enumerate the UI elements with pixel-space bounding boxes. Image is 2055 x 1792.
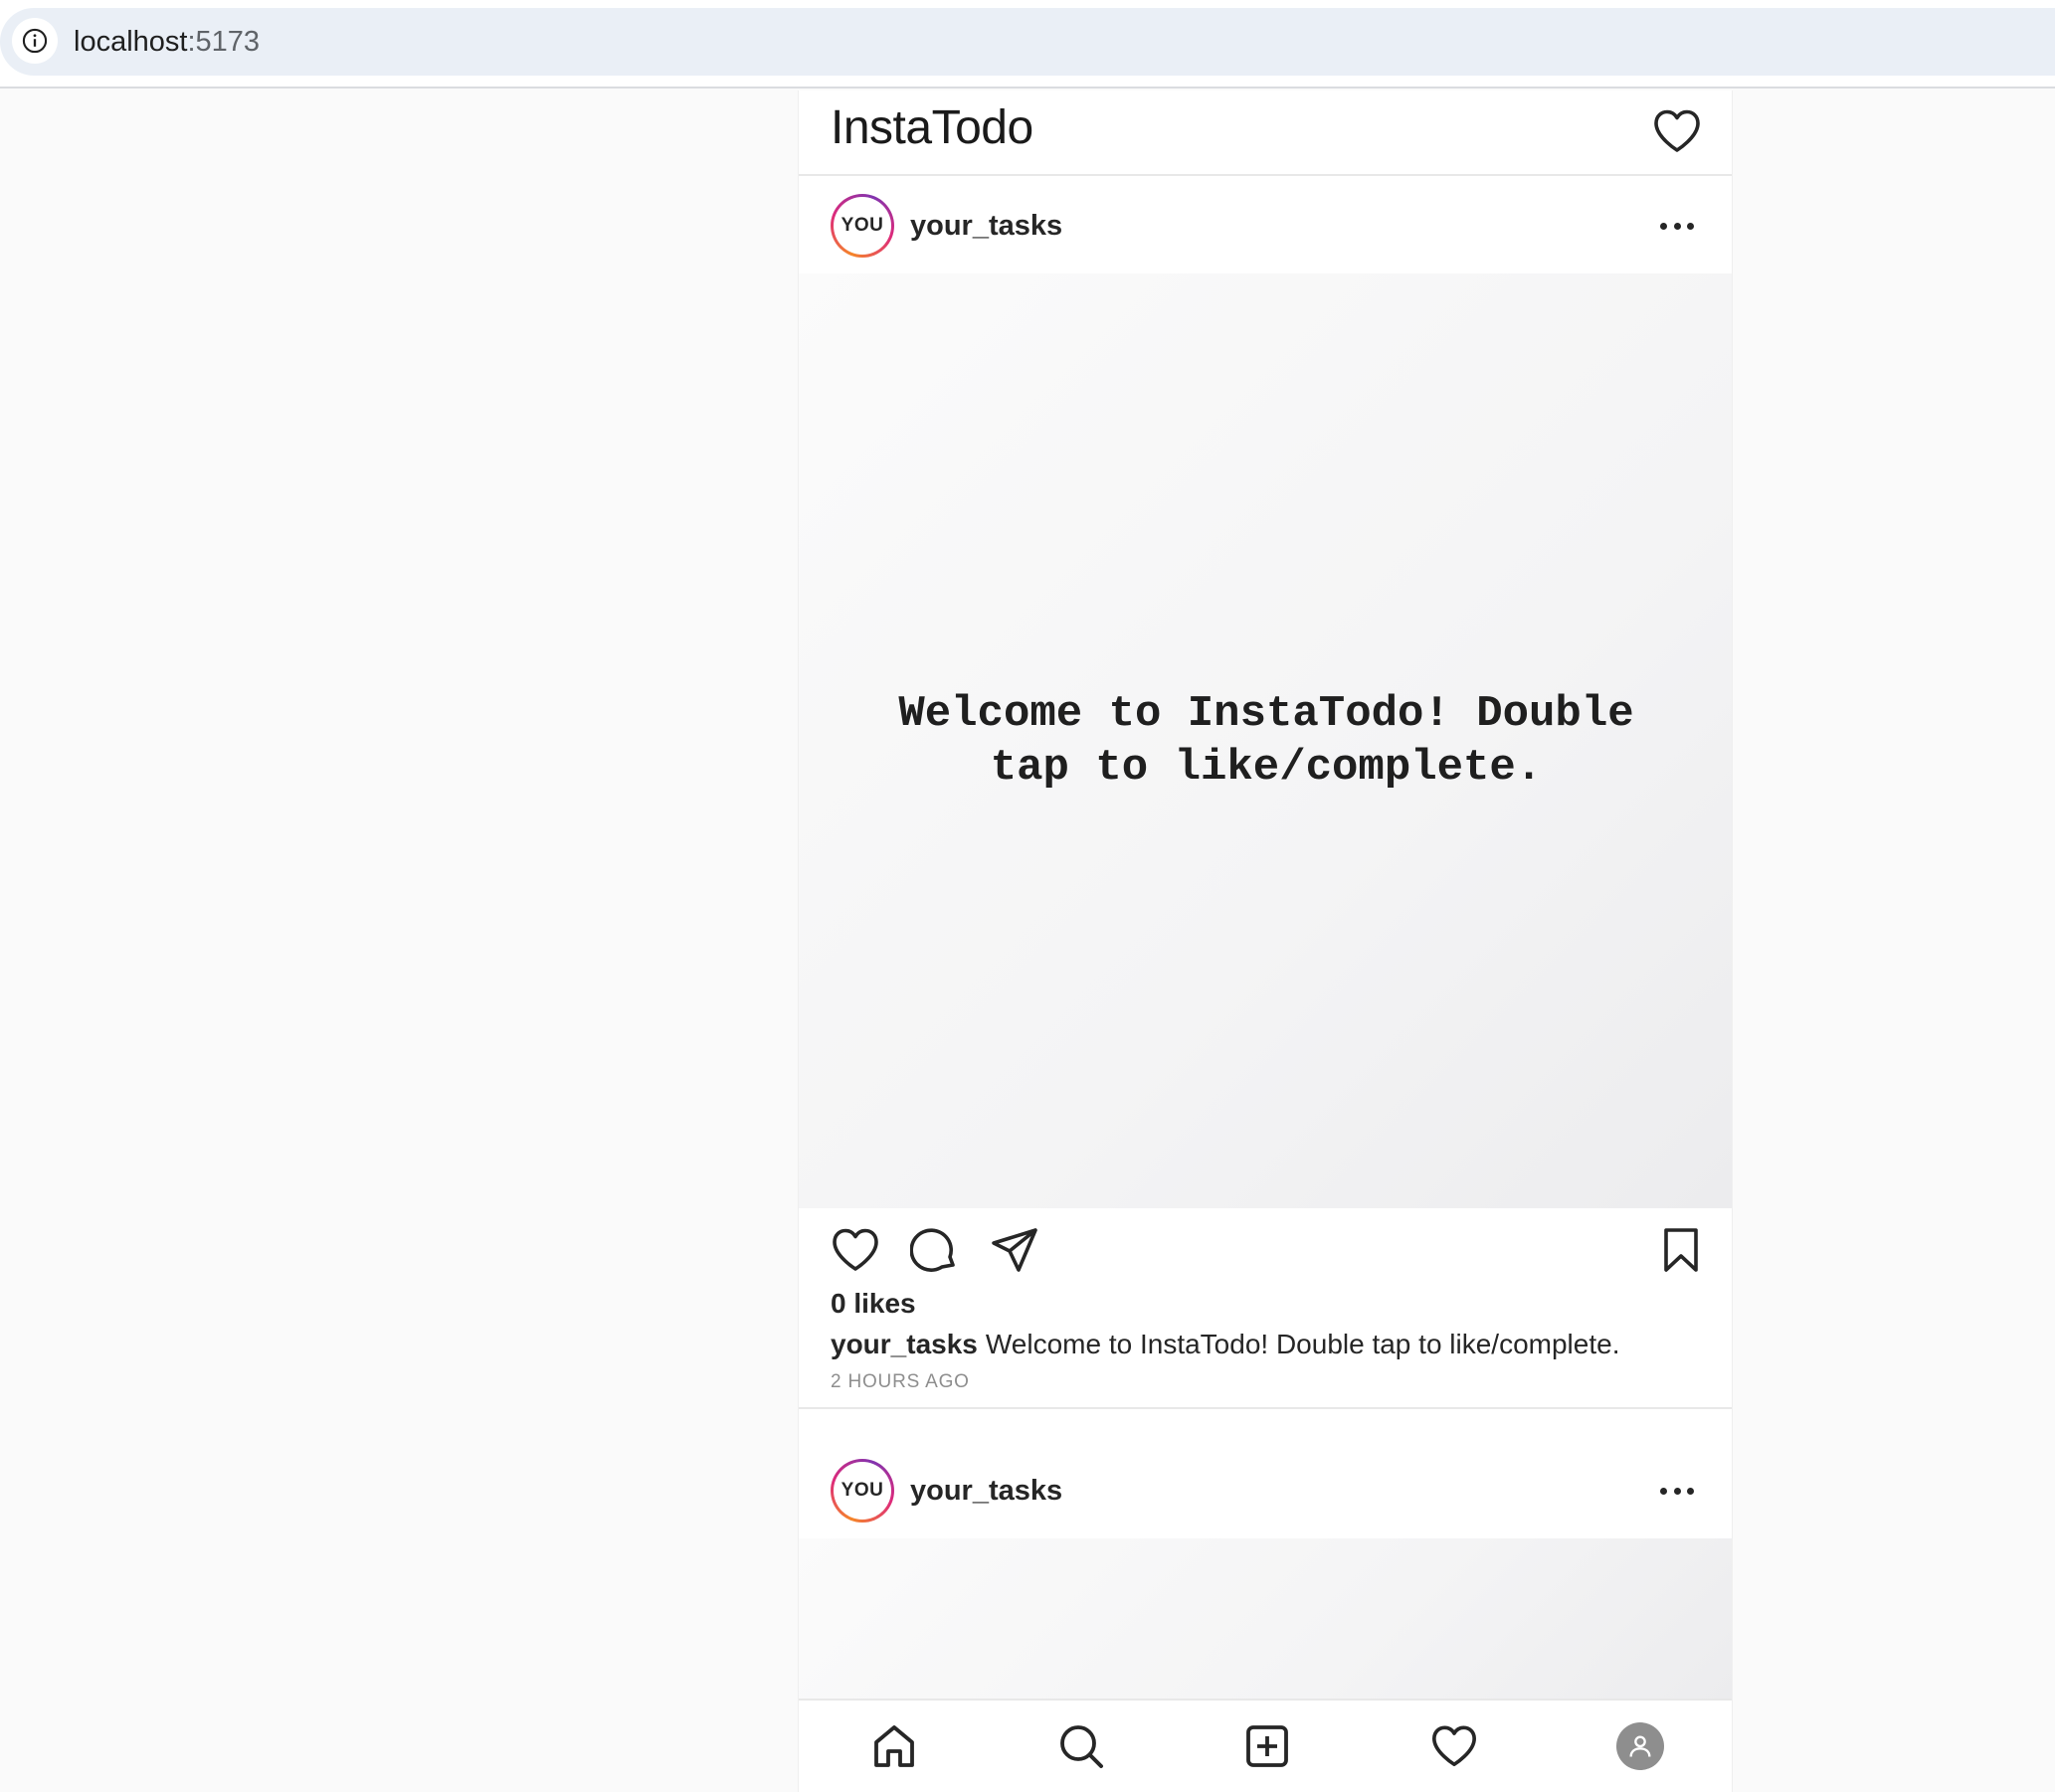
post-divider [799,1407,1732,1409]
post-username[interactable]: your_tasks [910,1443,1062,1538]
post-media[interactable]: Welcome to InstaTodo! Double tap to like… [799,273,1732,1208]
like-heart-icon[interactable] [831,1226,880,1274]
avatar[interactable]: YOU [831,194,894,258]
heart-icon[interactable] [1652,108,1702,154]
avatar-label: YOU [834,1462,891,1520]
bottom-navigation [799,1699,1732,1792]
post-timestamp: 2 HOURS AGO [831,1371,970,1392]
post-username[interactable]: your_tasks [910,178,1062,273]
more-horizontal-icon[interactable] [1660,1479,1694,1503]
profile-avatar [1616,1722,1664,1770]
caption-username[interactable]: your_tasks [831,1329,978,1359]
caption-text: Welcome to InstaTodo! Double tap to like… [985,1329,1620,1359]
send-icon[interactable] [990,1226,1039,1274]
add-post-icon[interactable] [1241,1720,1293,1772]
app-header: InstaTodo [799,90,1732,176]
home-icon[interactable] [868,1720,920,1772]
app-title: InstaTodo [831,101,1033,154]
likes-count[interactable]: 0 likes [831,1288,916,1320]
address-bar[interactable]: localhost:5173 [0,8,2055,76]
post-header: YOU your_tasks [799,178,1732,273]
url-text[interactable]: localhost:5173 [74,8,260,76]
post-actions [799,1208,1732,1288]
post-caption: your_tasks Welcome to InstaTodo! Double t… [831,1329,1619,1360]
avatar-label: YOU [834,197,891,255]
post-media[interactable] [799,1538,1732,1707]
info-icon[interactable] [12,18,58,64]
url-port: :5173 [187,26,261,58]
profile-avatar-icon[interactable] [1614,1720,1666,1772]
post-media-text: Welcome to InstaTodo! Double tap to like… [898,689,1634,793]
url-host: localhost [74,26,188,58]
instatodo-app: InstaTodo YOU your_tasks Welcome to Inst… [798,90,1733,1792]
browser-toolbar: localhost:5173 [0,0,2055,89]
more-horizontal-icon[interactable] [1660,214,1694,238]
bookmark-icon[interactable] [1656,1226,1706,1274]
activity-heart-icon[interactable] [1428,1720,1480,1772]
post-header: YOU your_tasks [799,1443,1732,1538]
avatar[interactable]: YOU [831,1459,894,1523]
search-icon[interactable] [1055,1720,1107,1772]
comment-icon[interactable] [909,1226,960,1274]
